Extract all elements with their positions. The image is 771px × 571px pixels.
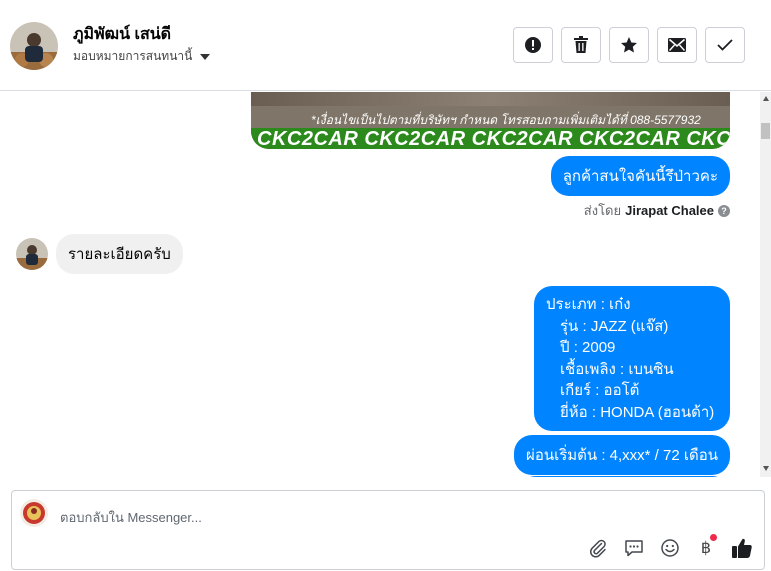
exclamation-icon [525,37,541,53]
trash-icon [574,36,588,53]
incoming-message[interactable]: รายละเอียดครับ [56,234,183,274]
payment-button[interactable]: ฿ [694,534,718,560]
paperclip-icon [590,539,606,558]
notification-dot [710,534,717,541]
emoji-icon [661,539,679,557]
next-message-partial [518,476,730,477]
conversation-header: ภูมิพัฒน์ เสน่ดี มอบหมายการสนทนานี้ [0,0,771,91]
envelope-icon [668,38,686,52]
banner-brand-text: CKC2CAR CKC2CAR CKC2CAR CKC2CAR CKC2CAR … [257,128,730,149]
detail-year: ปี : 2009 [560,339,616,356]
contact-name[interactable]: ภูมิพัฒน์ เสน่ดี [73,22,171,47]
assign-conversation-dropdown[interactable]: มอบหมายการสนทนานี้ [73,47,211,66]
caret-down-icon [200,53,211,60]
assign-label: มอบหมายการสนทนานี้ [73,49,193,63]
page-avatar [20,499,48,527]
sent-by-prefix: ส่งโดย [583,203,622,218]
reply-composer[interactable]: ตอบกลับใน Messenger... ฿ [11,490,765,570]
scrollbar-thumb[interactable] [761,123,770,139]
delete-button[interactable] [561,27,601,63]
detail-gear: เกียร์ : ออโต้ [560,382,640,399]
mark-done-button[interactable] [705,27,745,63]
banner-text-strip: *เงื่อนไขเป็นไปตามที่บริษัทฯ กำหนด โทรสอ… [251,106,730,128]
detail-brand: ยี่ห้อ : HONDA (ฮอนด้า) [560,403,715,421]
shared-image-card[interactable]: *เงื่อนไขเป็นไปตามที่บริษัทฯ กำหนด โทรสอ… [251,92,730,149]
banner-brand-strip: CKC2CAR CKC2CAR CKC2CAR CKC2CAR CKC2CAR … [251,128,730,149]
sent-by-label: ส่งโดย Jirapat Chalee ? [584,200,730,221]
mark-spam-button[interactable] [513,27,553,63]
like-button[interactable] [730,536,754,560]
contact-avatar[interactable] [10,22,58,70]
emoji-button[interactable] [658,536,682,560]
detail-model: รุ่น : JAZZ (แจ๊ส) [560,317,669,335]
car-details-message[interactable]: ประเภท : เก๋ง รุ่น : JAZZ (แจ๊ส) ปี : 20… [534,286,730,431]
reply-input[interactable]: ตอบกลับใน Messenger... [60,507,202,528]
baht-payment-icon: ฿ [700,540,712,557]
star-button[interactable] [609,27,649,63]
sent-by-name: Jirapat Chalee [625,203,714,218]
detail-type: ประเภท : เก๋ง [546,296,631,313]
attach-button[interactable] [586,536,610,560]
message-thread[interactable]: *เงื่อนไขเป็นไปตามที่บริษัทฯ กำหนด โทรสอ… [0,92,760,477]
thread-scrollbar[interactable] [760,92,771,477]
thumbs-up-icon [732,538,752,558]
mark-unread-button[interactable] [657,27,697,63]
help-icon[interactable]: ? [718,204,730,217]
quick-reply-button[interactable] [622,536,646,560]
installment-message[interactable]: ผ่อนเริ่มต้น : 4,xxx* / 72 เดือน [514,435,730,475]
outgoing-message[interactable]: ลูกค้าสนใจคันนี้รึป่าวคะ [550,156,730,196]
quick-reply-icon [625,540,643,557]
star-icon [621,37,637,53]
detail-fuel: เชื้อเพลิง : เบนซิน [560,360,674,378]
scroll-down-arrow-icon[interactable] [763,466,769,471]
contact-avatar-small[interactable] [16,238,48,270]
check-icon [717,39,733,51]
composer-tools: ฿ [586,534,754,560]
scroll-up-arrow-icon[interactable] [763,96,769,101]
conversation-actions [513,27,745,63]
